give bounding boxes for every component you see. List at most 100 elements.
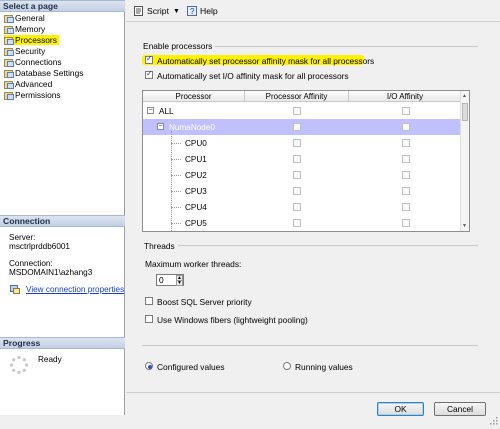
grid-row[interactable]: CPU1 bbox=[143, 151, 462, 167]
processor-affinity-checkbox[interactable] bbox=[293, 139, 301, 147]
svg-text:?: ? bbox=[190, 7, 195, 16]
grid-row[interactable]: − NumaNode0 bbox=[143, 119, 462, 135]
boost-priority-checkbox[interactable] bbox=[145, 297, 153, 305]
connection-label: Connection: bbox=[9, 259, 53, 268]
collapse-icon[interactable]: − bbox=[147, 107, 154, 114]
auto-io-affinity-label: Automatically set I/O affinity mask for … bbox=[157, 71, 349, 81]
cancel-button[interactable]: Cancel bbox=[434, 402, 486, 416]
grid-row[interactable]: − ALL bbox=[143, 103, 462, 119]
io-affinity-checkbox[interactable] bbox=[402, 139, 410, 147]
help-button[interactable]: ? Help bbox=[187, 5, 218, 17]
tree-connector bbox=[171, 207, 181, 208]
threads-title: Threads bbox=[144, 241, 178, 251]
page-icon bbox=[4, 91, 14, 100]
spin-down-icon[interactable]: ▼ bbox=[176, 280, 183, 286]
auto-processor-affinity-checkbox[interactable] bbox=[145, 54, 153, 64]
page-item-label: Connections bbox=[15, 57, 62, 67]
io-affinity-checkbox[interactable] bbox=[402, 155, 410, 163]
page-icon bbox=[4, 25, 14, 34]
page-item-label: Processors bbox=[15, 35, 57, 45]
page-item-general[interactable]: General bbox=[4, 13, 45, 23]
page-icon bbox=[4, 58, 14, 67]
page-item-advanced[interactable]: Advanced bbox=[4, 79, 52, 89]
values-divider bbox=[142, 345, 478, 346]
select-page-header: Select a page bbox=[0, 0, 125, 12]
connection-header: Connection bbox=[0, 215, 125, 227]
io-affinity-checkbox[interactable] bbox=[402, 203, 410, 211]
page-item-database-settings[interactable]: Database Settings bbox=[4, 68, 83, 78]
script-button[interactable]: Script ▼ bbox=[134, 5, 180, 17]
resize-grip-icon[interactable] bbox=[489, 416, 498, 425]
processor-affinity-checkbox[interactable] bbox=[293, 155, 301, 163]
configured-values-radio[interactable] bbox=[145, 362, 153, 370]
scroll-thumb[interactable] bbox=[462, 103, 468, 121]
page-item-security[interactable]: Security bbox=[4, 46, 45, 56]
auto-io-affinity-checkbox[interactable] bbox=[145, 69, 153, 79]
column-header-processor-affinity[interactable]: Processor Affinity bbox=[245, 91, 349, 102]
connection-value: MSDOMAIN1\azhang3 bbox=[9, 268, 93, 277]
processor-affinity-checkbox[interactable] bbox=[293, 171, 301, 179]
auto-processor-affinity-label: Automatically set processor affinity mas… bbox=[157, 56, 375, 66]
page-icon bbox=[4, 36, 14, 45]
page-item-label: Memory bbox=[15, 24, 46, 34]
processor-affinity-checkbox[interactable] bbox=[293, 187, 301, 195]
grid-row[interactable]: CPU4 bbox=[143, 199, 462, 215]
configured-values-label: Configured values bbox=[157, 362, 225, 372]
page-icon bbox=[4, 80, 14, 89]
view-connection-properties-link[interactable]: View connection properties bbox=[26, 285, 124, 294]
collapse-icon[interactable]: − bbox=[157, 123, 164, 130]
processor-name: CPU3 bbox=[185, 187, 207, 196]
tree-connector bbox=[171, 159, 181, 160]
io-affinity-checkbox[interactable] bbox=[402, 171, 410, 179]
io-affinity-checkbox[interactable] bbox=[402, 107, 410, 115]
io-affinity-checkbox[interactable] bbox=[402, 123, 410, 131]
io-affinity-checkbox[interactable] bbox=[402, 187, 410, 195]
page-item-memory[interactable]: Memory bbox=[4, 24, 45, 34]
tree-connector bbox=[171, 223, 181, 224]
progress-status: Ready bbox=[38, 355, 62, 364]
processor-affinity-checkbox[interactable] bbox=[293, 123, 301, 131]
page-item-label: General bbox=[15, 13, 45, 23]
running-values-label: Running values bbox=[295, 362, 353, 372]
page-item-permissions[interactable]: Permissions bbox=[4, 90, 61, 100]
processor-affinity-checkbox[interactable] bbox=[293, 203, 301, 211]
ok-button[interactable]: OK bbox=[377, 402, 424, 416]
io-affinity-checkbox[interactable] bbox=[402, 219, 410, 227]
column-header-io-affinity[interactable]: I/O Affinity bbox=[349, 91, 462, 102]
page-item-label: Security bbox=[15, 46, 46, 56]
grid-row[interactable]: CPU2 bbox=[143, 167, 462, 183]
grid-row[interactable]: CPU3 bbox=[143, 183, 462, 199]
grid-vertical-scrollbar[interactable]: ▲ ▼ bbox=[460, 91, 469, 231]
page-item-connections[interactable]: Connections bbox=[4, 57, 62, 67]
processor-name: CPU4 bbox=[185, 203, 207, 212]
enable-processors-divider bbox=[214, 46, 478, 47]
left-pane: Select a page General Memory Processors Sec… bbox=[0, 0, 125, 415]
windows-fibers-checkbox[interactable] bbox=[145, 315, 153, 323]
page-item-label: Database Settings bbox=[15, 68, 84, 78]
script-icon bbox=[134, 6, 144, 16]
grid-row[interactable]: CPU5 bbox=[143, 215, 462, 231]
toolbar: Script ▼ ? Help bbox=[126, 0, 500, 22]
running-values-radio[interactable] bbox=[283, 362, 291, 370]
processor-name: CPU1 bbox=[185, 155, 207, 164]
enable-processors-title: Enable processors bbox=[143, 41, 216, 51]
column-header-processor[interactable]: Processor bbox=[143, 91, 245, 102]
help-label: Help bbox=[200, 6, 218, 16]
threads-divider bbox=[176, 245, 478, 246]
processor-grid[interactable]: Processor Processor Affinity I/O Affinit… bbox=[142, 90, 470, 232]
processor-name: ALL bbox=[159, 107, 174, 116]
page-item-processors[interactable]: Processors bbox=[4, 35, 59, 45]
grid-row[interactable]: CPU0 bbox=[143, 135, 462, 151]
server-value: msctrlprddb6001 bbox=[9, 242, 70, 251]
scroll-down-icon[interactable]: ▼ bbox=[462, 223, 467, 229]
scroll-up-icon[interactable]: ▲ bbox=[462, 93, 467, 99]
processor-name: CPU0 bbox=[185, 139, 207, 148]
processor-affinity-checkbox[interactable] bbox=[293, 219, 301, 227]
page-icon bbox=[4, 69, 14, 78]
script-dropdown-icon[interactable]: ▼ bbox=[173, 8, 180, 15]
page-icon bbox=[4, 14, 14, 23]
progress-header: Progress bbox=[0, 337, 125, 349]
processor-affinity-checkbox[interactable] bbox=[293, 107, 301, 115]
windows-fibers-label: Use Windows fibers (lightweight pooling) bbox=[157, 315, 308, 325]
max-worker-threads-label: Maximum worker threads: bbox=[145, 259, 242, 269]
